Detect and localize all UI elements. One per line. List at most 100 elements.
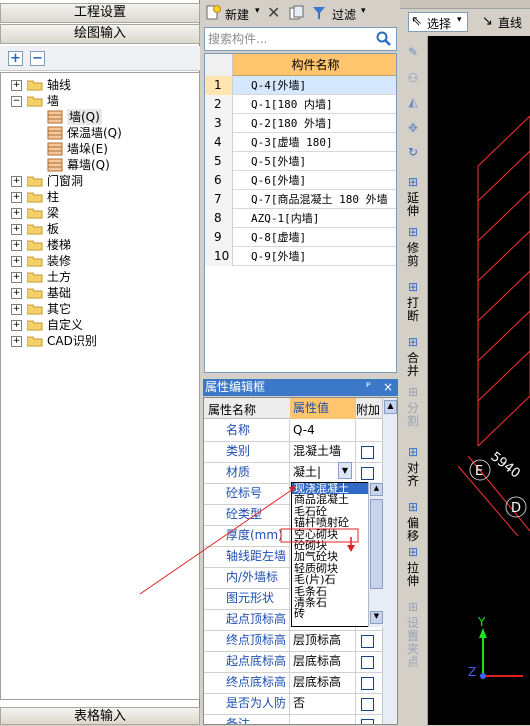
minus-icon[interactable]: − <box>30 51 45 66</box>
project-settings-button[interactable]: 工程设置 <box>0 3 200 23</box>
table-row[interactable]: 3 Q-2[180 外墙] <box>205 114 396 133</box>
copy-tool-icon[interactable]: ⚇ <box>404 72 422 85</box>
property-value[interactable]: 层底标高 <box>290 651 356 672</box>
new-icon[interactable] <box>205 5 221 21</box>
tool-label[interactable]: 分割 <box>404 402 422 428</box>
component-name-cell[interactable]: Q-1[180 内墙] <box>251 95 333 114</box>
line-tool[interactable]: 直线 <box>498 14 522 31</box>
expand-icon[interactable]: + <box>11 256 22 267</box>
component-name-cell[interactable]: Q-3[虚墙 180] <box>251 133 333 152</box>
move-icon[interactable]: ✥ <box>404 122 422 135</box>
tree-item[interactable]: + 柱 <box>1 189 199 205</box>
expand-icon[interactable]: + <box>11 80 22 91</box>
table-row[interactable]: 8 AZQ-1[内墙] <box>205 209 396 228</box>
select-tool[interactable]: ⇖ 选择 ▾ <box>408 12 468 32</box>
property-checkbox[interactable] <box>361 719 374 724</box>
new-button[interactable]: 新建 <box>225 6 249 23</box>
tool-label[interactable]: 延伸 <box>404 192 422 218</box>
expand-icon[interactable]: + <box>11 320 22 331</box>
expand-icon[interactable]: + <box>11 208 22 219</box>
tree-item[interactable]: + 装修 <box>1 253 199 269</box>
material-dropdown-button[interactable]: ▼ <box>338 462 352 479</box>
tree-item[interactable]: + 门窗洞 <box>1 173 199 189</box>
component-name-cell[interactable]: Q-7[商品混凝土 180 外墙 <box>251 190 388 209</box>
tree-item[interactable]: + 板 <box>1 221 199 237</box>
plus-icon[interactable]: + <box>8 51 23 66</box>
drawing-input-button[interactable]: 绘图输入 <box>0 24 200 44</box>
property-value[interactable]: 层底标高 <box>290 672 356 693</box>
scroll-thumb[interactable] <box>370 499 383 589</box>
property-value[interactable]: 层顶标高 <box>290 630 356 651</box>
property-checkbox[interactable] <box>361 446 374 459</box>
property-checkbox[interactable] <box>361 635 374 648</box>
table-row[interactable]: 6 Q-6[外墙] <box>205 171 396 190</box>
tool-label[interactable]: 合并 <box>404 352 422 378</box>
property-checkbox[interactable] <box>361 677 374 690</box>
component-name-cell[interactable]: AZQ-1[内墙] <box>251 209 319 228</box>
column-name-header[interactable]: 构件名称 <box>233 54 396 76</box>
expand-icon[interactable]: + <box>11 176 22 187</box>
property-value[interactable]: 否 <box>290 693 356 714</box>
component-name-cell[interactable]: Q-2[180 外墙] <box>251 114 333 133</box>
tool-icon[interactable]: ⊞ <box>404 336 422 349</box>
tool-icon[interactable]: ⊞ <box>404 446 422 459</box>
table-row[interactable]: 5 Q-5[外墙] <box>205 152 396 171</box>
tree-item[interactable]: + 土方 <box>1 269 199 285</box>
table-row[interactable]: 9 Q-8[虚墙] <box>205 228 396 247</box>
expand-icon[interactable]: + <box>11 336 22 347</box>
tree-child-item[interactable]: 墙垛(E) <box>1 141 199 157</box>
property-checkbox[interactable] <box>361 656 374 669</box>
mirror-icon[interactable]: ◭ <box>404 96 422 109</box>
brush-icon[interactable]: ✎ <box>404 46 422 59</box>
tree-child-item[interactable]: 幕墙(Q) <box>1 157 199 173</box>
close-icon[interactable]: × <box>383 379 393 396</box>
tree-item[interactable]: + 轴线 <box>1 77 199 93</box>
tool-icon[interactable]: ⊞ <box>404 281 422 294</box>
table-input-button[interactable]: 表格输入 <box>0 707 200 725</box>
tree-item[interactable]: + 其它 <box>1 301 199 317</box>
collapse-icon[interactable]: − <box>11 96 22 107</box>
property-checkbox[interactable] <box>361 467 374 480</box>
copy-icon[interactable] <box>289 5 305 21</box>
drawing-canvas[interactable]: E D 5940 Y Z <box>428 36 530 725</box>
tree-child-item[interactable]: 保温墙(Q) <box>1 125 199 141</box>
tree-item[interactable]: − 墙 <box>1 93 199 109</box>
table-row[interactable]: 4 Q-3[虚墙 180] <box>205 133 396 152</box>
property-checkbox[interactable] <box>361 698 374 711</box>
tool-label[interactable]: 修剪 <box>404 242 422 268</box>
property-value[interactable]: Q-4 <box>290 420 356 441</box>
tool-icon[interactable]: ⊞ <box>404 601 422 614</box>
tool-icon[interactable]: ⊞ <box>404 226 422 239</box>
scroll-up-icon[interactable]: ▲ <box>370 483 383 496</box>
tool-icon[interactable]: ⊞ <box>404 386 422 399</box>
component-name-cell[interactable]: Q-4[外墙] <box>251 76 306 95</box>
dropdown-scrollbar[interactable]: ▲ ▼ <box>368 482 384 627</box>
tool-label[interactable]: 对齐 <box>404 462 422 488</box>
tree-item[interactable]: + 基础 <box>1 285 199 301</box>
property-scrollbar[interactable]: ▲ <box>382 398 397 724</box>
chevron-down-icon[interactable]: ▾ <box>361 6 366 16</box>
expand-icon[interactable]: + <box>11 192 22 203</box>
expand-icon[interactable]: + <box>11 224 22 235</box>
expand-icon[interactable]: + <box>11 304 22 315</box>
property-value[interactable]: 混凝土墙 <box>290 441 356 462</box>
property-value[interactable] <box>290 714 356 724</box>
chevron-down-icon[interactable]: ▾ <box>255 6 260 16</box>
tool-label[interactable]: 设置夹点 <box>404 617 422 669</box>
tree-item[interactable]: + 自定义 <box>1 317 199 333</box>
table-row[interactable]: 10 Q-9[外墙] <box>205 247 396 266</box>
table-row[interactable]: 7 Q-7[商品混凝土 180 外墙 <box>205 190 396 209</box>
tool-label[interactable]: 拉伸 <box>404 562 422 588</box>
tool-label[interactable]: 偏移 <box>404 517 422 543</box>
tool-icon[interactable]: ⊞ <box>404 546 422 559</box>
pin-icon[interactable]: ᴾ <box>366 379 371 396</box>
search-input[interactable]: 搜索构件... <box>204 27 397 51</box>
filter-button[interactable]: 过滤 <box>332 6 356 23</box>
table-row[interactable]: 1 Q-4[外墙] <box>205 76 396 95</box>
expand-icon[interactable]: + <box>11 288 22 299</box>
tree-child-item[interactable]: 墙(Q) <box>1 109 199 125</box>
tree-item[interactable]: + 梁 <box>1 205 199 221</box>
scroll-down-icon[interactable]: ▼ <box>370 611 383 624</box>
component-name-cell[interactable]: Q-6[外墙] <box>251 171 306 190</box>
rotate-icon[interactable]: ↻ <box>404 146 422 159</box>
